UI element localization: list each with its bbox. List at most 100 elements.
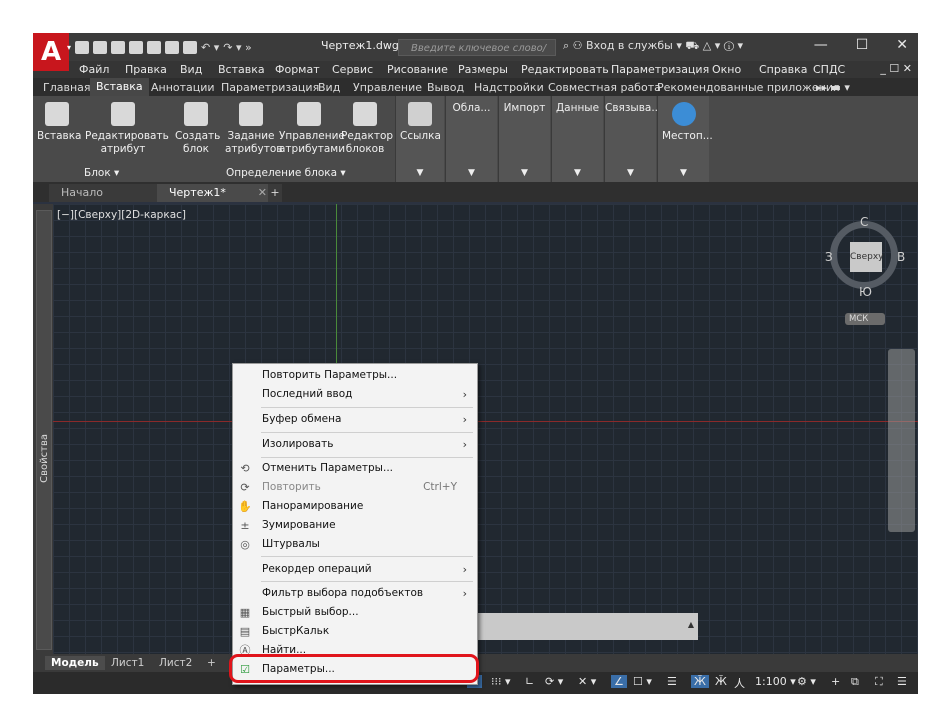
data-label[interactable]: Данные xyxy=(552,102,603,114)
menu-item-quick-select[interactable]: ▦ Быстрый выбор... xyxy=(233,603,477,622)
insert-block-button[interactable]: Вставка xyxy=(37,102,82,143)
viewcube-west[interactable]: З xyxy=(825,250,833,264)
search-input[interactable]: Введите ключевое слово/фразу xyxy=(398,39,556,71)
menu-parametric[interactable]: Параметризация xyxy=(611,63,709,76)
viewcube-east[interactable]: В xyxy=(897,250,905,264)
edit-attribute-button[interactable]: Редактировать атрибут xyxy=(85,102,169,156)
tab-parametric[interactable]: Параметризация xyxy=(221,81,319,94)
menu-modify[interactable]: Редактировать xyxy=(521,63,609,76)
menu-view[interactable]: Вид xyxy=(180,63,202,76)
chevron-down-icon[interactable]: ▼ xyxy=(446,168,497,178)
menu-help[interactable]: Справка xyxy=(759,63,807,76)
tab-collaborate[interactable]: Совместная работа xyxy=(548,81,661,94)
plus-icon[interactable]: + xyxy=(831,675,840,688)
chevron-up-icon[interactable]: ▲ xyxy=(688,620,694,629)
auto-scale-icon[interactable]: Ӂ xyxy=(715,675,727,688)
mdi-controls[interactable]: _ ☐ ✕ xyxy=(880,62,912,75)
viewcube-south[interactable]: Ю xyxy=(859,285,872,299)
viewcube-face-top[interactable]: Сверху xyxy=(850,242,884,272)
menu-insert[interactable]: Вставка xyxy=(218,63,265,76)
menu-item-steering-wheels[interactable]: ◎ Штурвалы xyxy=(233,535,477,554)
isodraft-icon[interactable]: ✕ ▾ xyxy=(578,675,596,688)
properties-label[interactable]: Свойства xyxy=(39,434,50,483)
tab-featured-apps[interactable]: Рекомендованные приложения xyxy=(657,81,840,94)
tab-addins[interactable]: Надстройки xyxy=(474,81,544,94)
menu-item-repeat-options[interactable]: Повторить Параметры... xyxy=(233,366,477,385)
menu-item-isolate[interactable]: Изолировать › xyxy=(233,435,477,454)
define-attributes-button[interactable]: Задание атрибутов xyxy=(225,102,282,156)
menu-tools[interactable]: Сервис xyxy=(332,63,373,76)
viewcube-north[interactable]: С xyxy=(860,215,868,229)
reference-button[interactable]: Ссылка xyxy=(400,102,441,143)
menu-item-quickcalc[interactable]: ▤ БыстрКальк xyxy=(233,622,477,641)
menu-item-pan[interactable]: ✋ Панорамирование xyxy=(233,497,477,516)
snap-icon[interactable]: ⁝⁝⁝ ▾ xyxy=(491,675,511,688)
chevron-down-icon[interactable]: ▼ xyxy=(552,168,603,178)
tab-view[interactable]: Вид xyxy=(318,81,340,94)
tab-drawing1[interactable]: Чертеж1* ✕ xyxy=(157,184,277,202)
ucs-menu[interactable]: МСК xyxy=(845,313,885,325)
import-label[interactable]: Импорт xyxy=(499,102,550,114)
navigation-bar[interactable] xyxy=(888,349,915,532)
hamburger-menu-icon[interactable]: ☰ xyxy=(897,675,907,688)
save-as-icon[interactable] xyxy=(129,40,143,54)
block-editor-button[interactable]: Редактор блоков xyxy=(341,102,393,156)
menu-dimension[interactable]: Размеры xyxy=(458,63,508,76)
drawing-canvas[interactable] xyxy=(53,204,918,654)
menu-spds[interactable]: СПДС xyxy=(813,63,845,76)
signin-button[interactable]: ⌕ ⚇ Вход в службы ▾ ⛟ △ ▾ ⓘ ▾ xyxy=(563,39,743,54)
menu-item-subobject-filter[interactable]: Фильтр выбора подобъектов › xyxy=(233,584,477,603)
cloud-label[interactable]: Обла... xyxy=(446,102,497,114)
panel-block-label[interactable]: Блок ▾ xyxy=(84,167,119,179)
annotation-scale-select[interactable]: 1:100 ▾ xyxy=(755,675,796,688)
viewport-controls-label[interactable]: [−][Сверху][2D-каркас] xyxy=(57,209,186,221)
web-icon[interactable] xyxy=(147,40,161,54)
save-icon[interactable] xyxy=(111,40,125,54)
polar-icon[interactable]: ⟳ ▾ xyxy=(545,675,563,688)
minimize-button[interactable]: — xyxy=(814,37,828,53)
add-layout-button[interactable]: + xyxy=(201,656,222,670)
tab-insert[interactable]: Вставка xyxy=(90,78,149,96)
create-block-button[interactable]: Создать блок xyxy=(175,102,220,156)
annotation-scale-icon[interactable]: 人 xyxy=(734,675,745,691)
close-button[interactable]: ✕ xyxy=(896,37,908,53)
manage-attributes-button[interactable]: Управление атрибутами xyxy=(279,102,345,156)
ui-layout-icon[interactable]: ⧉ xyxy=(851,675,859,689)
menu-item-undo-options[interactable]: ⟲ Отменить Параметры... xyxy=(233,459,477,478)
tab-annotate[interactable]: Аннотации xyxy=(151,81,215,94)
linking-label[interactable]: Связыва... xyxy=(605,102,661,114)
fullscreen-icon[interactable]: ⛶ xyxy=(875,675,883,689)
cart-icon[interactable]: ⛟ xyxy=(685,39,699,52)
menu-edit[interactable]: Правка xyxy=(125,63,167,76)
tab-layout1[interactable]: Лист1 xyxy=(105,656,150,670)
menu-item-zoom[interactable]: ± Зумирование xyxy=(233,516,477,535)
chevron-down-icon[interactable]: ▼ xyxy=(499,168,550,178)
menu-format[interactable]: Формат xyxy=(275,63,320,76)
menu-item-recent-input[interactable]: Последний ввод › xyxy=(233,385,477,404)
tab-layout2[interactable]: Лист2 xyxy=(153,656,198,670)
mobile-icon[interactable] xyxy=(165,40,179,54)
new-tab-button[interactable]: + xyxy=(268,184,282,202)
lineweight-icon[interactable]: ☰ xyxy=(667,675,677,688)
osnap-icon[interactable]: ☐ ▾ xyxy=(633,675,652,688)
gear-icon[interactable]: ⚙ ▾ xyxy=(797,675,816,688)
annotation-visibility-icon[interactable]: Ӂ xyxy=(691,675,709,688)
tab-start[interactable]: Начало xyxy=(49,184,161,202)
chevron-down-icon[interactable]: ▼ xyxy=(605,168,656,178)
tab-model[interactable]: Модель xyxy=(45,656,105,670)
menu-window[interactable]: Окно xyxy=(712,63,741,76)
location-button[interactable]: Местоп... xyxy=(662,102,713,143)
chevron-down-icon[interactable]: ▼ xyxy=(658,168,709,178)
menu-item-action-recorder[interactable]: Рекордер операций › xyxy=(233,560,477,579)
command-line[interactable]: ▲ xyxy=(474,613,698,640)
menu-draw[interactable]: Рисование xyxy=(387,63,448,76)
new-icon[interactable] xyxy=(75,40,89,54)
autodesk-icon[interactable]: △ ▾ xyxy=(703,39,720,52)
maximize-button[interactable]: ☐ xyxy=(856,37,869,53)
open-icon[interactable] xyxy=(93,40,107,54)
object-snap-tracking-icon[interactable]: ∠ xyxy=(611,675,627,688)
redo-icon[interactable]: ↷ ▾ » xyxy=(223,41,251,54)
chevron-down-icon[interactable]: ▼ xyxy=(396,168,444,178)
app-menu-button[interactable]: A ▾ xyxy=(33,33,71,71)
tab-home[interactable]: Главная xyxy=(43,81,91,94)
